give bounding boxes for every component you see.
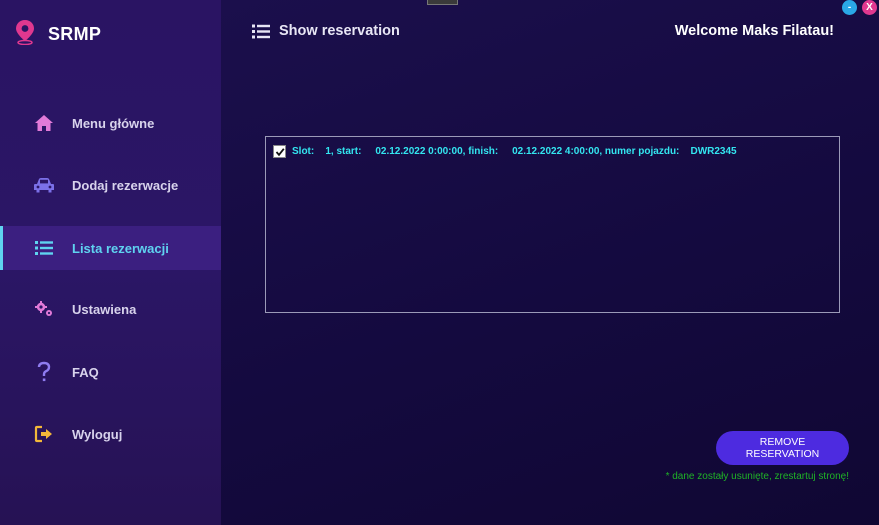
question-icon: [32, 361, 56, 383]
location-pin-icon: [14, 19, 36, 50]
home-icon: [32, 112, 56, 134]
sidebar-item-label: Lista rezerwacji: [72, 240, 169, 256]
active-indicator: [0, 226, 3, 270]
sidebar-item-label: FAQ: [72, 364, 99, 380]
sidebar-item-label: Menu główne: [72, 115, 155, 131]
sidebar: SRMP Menu główne Dodaj rezerwacje Lista …: [0, 0, 221, 525]
list-icon: [252, 24, 270, 44]
sidebar-item-wyloguj[interactable]: Wyloguj: [0, 412, 221, 456]
page-title: Show reservation: [279, 23, 400, 39]
reservation-text: Slot: 1, start: 02.12.2022 0:00:00, fini…: [292, 146, 737, 157]
sidebar-item-label: Wyloguj: [72, 426, 123, 442]
list-icon: [32, 237, 56, 259]
car-icon: [32, 174, 56, 196]
checkmark-icon: [275, 147, 285, 156]
reservation-checkbox[interactable]: [273, 145, 286, 158]
sidebar-item-menu-glowne[interactable]: Menu główne: [0, 101, 221, 145]
status-message: * dane zostały usunięte, zrestartuj stro…: [665, 471, 849, 482]
gears-icon: [32, 298, 56, 320]
close-button[interactable]: X: [862, 0, 877, 15]
sidebar-item-faq[interactable]: FAQ: [0, 350, 221, 394]
sidebar-item-label: Ustawiena: [72, 301, 137, 317]
list-item[interactable]: Slot: 1, start: 02.12.2022 0:00:00, fini…: [273, 145, 737, 158]
logout-icon: [32, 423, 56, 445]
reservation-list[interactable]: Slot: 1, start: 02.12.2022 0:00:00, fini…: [265, 136, 840, 313]
remove-reservation-button[interactable]: REMOVE RESERVATION: [716, 431, 849, 465]
sidebar-item-label: Dodaj rezerwacje: [72, 177, 179, 193]
sidebar-item-lista-rezerwacji[interactable]: Lista rezerwacji: [0, 226, 221, 270]
sidebar-item-dodaj-rezerwacje[interactable]: Dodaj rezerwacje: [0, 163, 221, 207]
minimize-button[interactable]: -: [842, 0, 857, 15]
app-title: SRMP: [48, 24, 102, 44]
welcome-message: Welcome Maks Filatau!: [674, 23, 834, 39]
sidebar-item-ustawiena[interactable]: Ustawiena: [0, 287, 221, 331]
window-drag-handle[interactable]: [427, 0, 458, 5]
logo: SRMP: [14, 19, 101, 50]
